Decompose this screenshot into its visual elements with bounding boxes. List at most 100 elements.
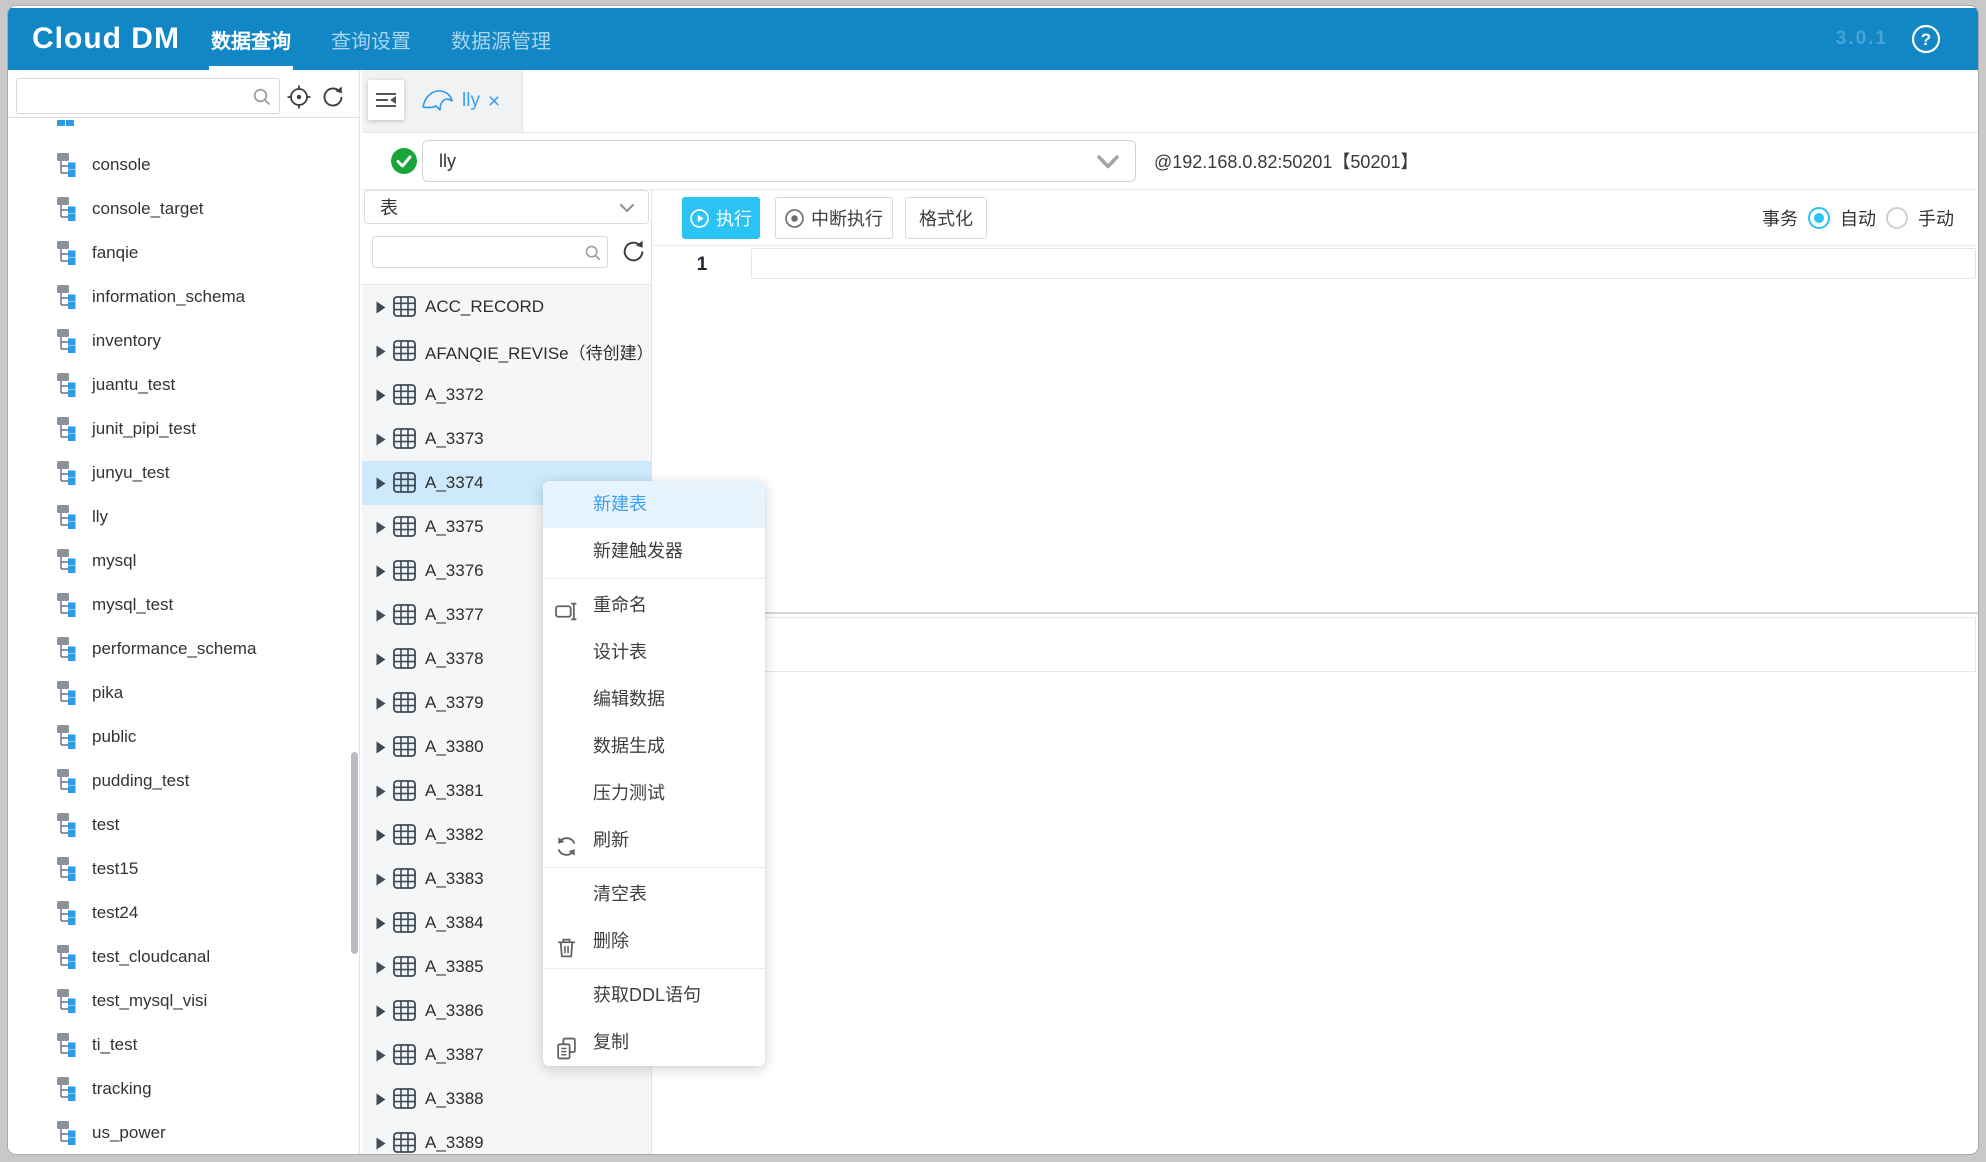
table-icon bbox=[393, 604, 417, 626]
menu-item-10[interactable]: 清空表 bbox=[543, 871, 765, 918]
expand-arrow-icon[interactable] bbox=[376, 1005, 386, 1018]
locate-icon[interactable] bbox=[286, 84, 312, 115]
sidebar-item-public[interactable]: public bbox=[8, 715, 359, 759]
expand-arrow-icon[interactable] bbox=[376, 697, 386, 710]
sidebar-item-lly[interactable]: lly bbox=[8, 495, 359, 539]
expand-arrow-icon[interactable] bbox=[376, 389, 386, 402]
expand-arrow-icon[interactable] bbox=[376, 521, 386, 534]
schema-icon bbox=[57, 373, 83, 397]
sidebar-item-information_schema[interactable]: information_schema bbox=[8, 275, 359, 319]
menu-item-label: 获取DDL语句 bbox=[593, 985, 701, 1005]
table-row-A_3373[interactable]: A_3373 bbox=[362, 417, 651, 461]
editor-results-splitter[interactable] bbox=[653, 612, 1978, 614]
menu-item-7[interactable]: 压力测试 bbox=[543, 770, 765, 817]
nav-item-1[interactable]: 查询设置 bbox=[329, 8, 413, 70]
refresh-tables-icon[interactable] bbox=[620, 238, 647, 270]
menu-item-13[interactable]: 获取DDL语句 bbox=[543, 972, 765, 1019]
interrupt-button[interactable]: 中断执行 bbox=[775, 197, 893, 239]
table-row-ACC_RECORD[interactable]: ACC_RECORD bbox=[362, 285, 651, 329]
sidebar-scrollbar[interactable] bbox=[351, 752, 358, 954]
schema-icon bbox=[57, 549, 83, 573]
table-row-A_3372[interactable]: A_3372 bbox=[362, 373, 651, 417]
nav-item-0[interactable]: 数据查询 bbox=[209, 8, 293, 70]
expand-arrow-icon[interactable] bbox=[376, 741, 386, 754]
connection-address: @192.168.0.82:50201【50201】 bbox=[1154, 133, 1418, 189]
sidebar-item-inventory[interactable]: inventory bbox=[8, 319, 359, 363]
sidebar-item-pika[interactable]: pika bbox=[8, 671, 359, 715]
sidebar-item-test24[interactable]: test24 bbox=[8, 891, 359, 935]
tab-close-icon[interactable]: × bbox=[488, 91, 500, 112]
sidebar-search-input[interactable] bbox=[16, 78, 280, 114]
sidebar-item-fanqie[interactable]: fanqie bbox=[8, 231, 359, 275]
expand-arrow-icon[interactable] bbox=[376, 653, 386, 666]
expand-arrow-icon[interactable] bbox=[376, 1093, 386, 1106]
table-row-AFANQIE_REVISe（待创建）[interactable]: AFANQIE_REVISe（待创建） bbox=[362, 329, 651, 373]
sidebar-item-mysql_test[interactable]: mysql_test bbox=[8, 583, 359, 627]
database-label: pika bbox=[92, 683, 123, 703]
expand-arrow-icon[interactable] bbox=[376, 961, 386, 974]
sidebar-item-console_target[interactable]: console_target bbox=[8, 187, 359, 231]
table-name: A_3377 bbox=[425, 605, 484, 625]
expand-arrow-icon[interactable] bbox=[376, 1137, 386, 1150]
table-row-A_3389[interactable]: A_3389 bbox=[362, 1121, 651, 1154]
execute-button[interactable]: 执行 bbox=[682, 197, 760, 239]
menu-item-11[interactable]: 删除 bbox=[543, 918, 765, 965]
menu-item-3[interactable]: 重命名 bbox=[543, 582, 765, 629]
sidebar-item-junyu_test[interactable]: junyu_test bbox=[8, 451, 359, 495]
tab-lly[interactable]: lly × bbox=[420, 70, 500, 132]
sidebar-item-console[interactable]: console bbox=[8, 143, 359, 187]
menu-item-14[interactable]: 复制 bbox=[543, 1019, 765, 1066]
table-search-input[interactable] bbox=[372, 236, 608, 268]
expand-arrow-icon[interactable] bbox=[376, 477, 386, 490]
expand-arrow-icon[interactable] bbox=[376, 873, 386, 886]
expand-arrow-icon[interactable] bbox=[376, 609, 386, 622]
sidebar-item-mysql[interactable]: mysql bbox=[8, 539, 359, 583]
object-type-select[interactable]: 表 bbox=[364, 190, 649, 224]
sidebar-item-test15[interactable]: test15 bbox=[8, 847, 359, 891]
expand-arrow-icon[interactable] bbox=[376, 917, 386, 930]
menu-item-0[interactable]: 新建表 bbox=[543, 481, 765, 528]
database-label: information_schema bbox=[92, 287, 245, 307]
expand-arrow-icon[interactable] bbox=[376, 785, 386, 798]
schema-icon bbox=[57, 417, 83, 441]
sidebar-item-tracking[interactable]: tracking bbox=[8, 1067, 359, 1111]
menu-item-6[interactable]: 数据生成 bbox=[543, 723, 765, 770]
table-row-A_3388[interactable]: A_3388 bbox=[362, 1077, 651, 1121]
menu-item-8[interactable]: 刷新 bbox=[543, 817, 765, 864]
expand-arrow-icon[interactable] bbox=[376, 433, 386, 446]
sidebar-item-pudding_test[interactable]: pudding_test bbox=[8, 759, 359, 803]
expand-arrow-icon[interactable] bbox=[376, 829, 386, 842]
expand-arrow-icon[interactable] bbox=[376, 565, 386, 578]
editor-current-line[interactable] bbox=[751, 248, 1976, 279]
transaction-manual-radio[interactable] bbox=[1886, 207, 1908, 229]
sidebar-item-ti_test[interactable]: ti_test bbox=[8, 1023, 359, 1067]
sidebar-item-test_cloudcanal[interactable]: test_cloudcanal bbox=[8, 935, 359, 979]
expand-arrow-icon[interactable] bbox=[376, 1049, 386, 1062]
table-name: A_3372 bbox=[425, 385, 484, 405]
database-label: lly bbox=[92, 507, 108, 527]
database-label: test_cloudcanal bbox=[92, 947, 210, 967]
schema-icon bbox=[57, 1033, 83, 1057]
connection-select[interactable]: lly bbox=[422, 140, 1136, 182]
expand-arrow-icon[interactable] bbox=[376, 345, 386, 358]
sidebar-item-juantu_test[interactable]: juantu_test bbox=[8, 363, 359, 407]
refresh-tree-icon[interactable] bbox=[320, 84, 346, 115]
expand-arrow-icon[interactable] bbox=[376, 301, 386, 314]
help-icon[interactable]: ? bbox=[1910, 23, 1942, 55]
transaction-auto-radio[interactable] bbox=[1808, 207, 1830, 229]
sidebar-item-performance_schema[interactable]: performance_schema bbox=[8, 627, 359, 671]
format-button[interactable]: 格式化 bbox=[905, 197, 987, 239]
database-label: ti_test bbox=[92, 1035, 137, 1055]
menu-item-4[interactable]: 设计表 bbox=[543, 629, 765, 676]
nav-item-2[interactable]: 数据源管理 bbox=[449, 8, 553, 70]
sidebar-item-junit_pipi_test[interactable]: junit_pipi_test bbox=[8, 407, 359, 451]
menu-item-label: 设计表 bbox=[593, 642, 647, 662]
menu-item-5[interactable]: 编辑数据 bbox=[543, 676, 765, 723]
play-circle-icon bbox=[690, 209, 709, 228]
collapse-sidebar-button[interactable] bbox=[368, 80, 404, 120]
table-icon bbox=[393, 428, 417, 450]
sidebar-item-test[interactable]: test bbox=[8, 803, 359, 847]
sidebar-item-us_power[interactable]: us_power bbox=[8, 1111, 359, 1152]
menu-item-1[interactable]: 新建触发器 bbox=[543, 528, 765, 575]
sidebar-item-test_mysql_visi[interactable]: test_mysql_visi bbox=[8, 979, 359, 1023]
